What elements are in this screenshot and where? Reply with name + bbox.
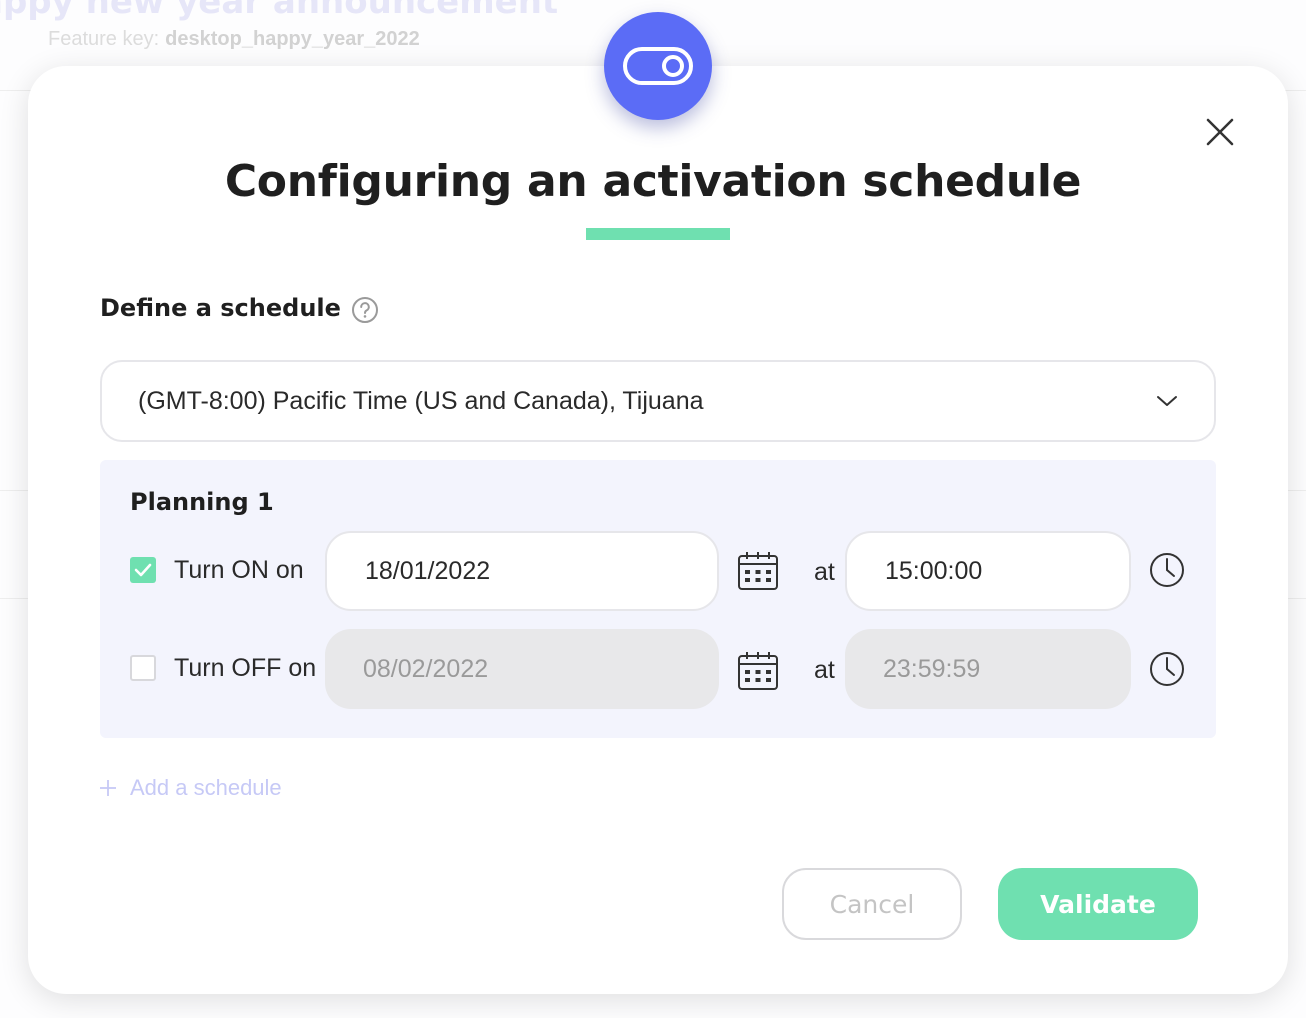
timezone-select[interactable]: (GMT-8:00) Pacific Time (US and Canada),… bbox=[100, 360, 1216, 442]
section-label: Define a schedule bbox=[100, 294, 341, 322]
close-button[interactable] bbox=[1200, 112, 1240, 152]
question-circle-icon[interactable] bbox=[351, 296, 379, 324]
add-schedule-link[interactable]: Add a schedule bbox=[98, 772, 282, 804]
turn-on-label: Turn ON on bbox=[174, 556, 304, 584]
clock-icon[interactable] bbox=[1148, 650, 1186, 688]
cancel-button[interactable]: Cancel bbox=[782, 868, 962, 940]
close-icon bbox=[1206, 118, 1234, 146]
turn-off-at-label: at bbox=[814, 656, 835, 684]
plus-icon bbox=[100, 780, 116, 796]
feature-key-label: Feature key: bbox=[48, 28, 160, 50]
validate-button[interactable]: Validate bbox=[998, 868, 1198, 940]
turn-on-date-input[interactable]: 18/01/2022 bbox=[325, 531, 719, 611]
feature-key-value: desktop_happy_year_2022 bbox=[165, 28, 420, 50]
chevron-down-icon bbox=[1157, 396, 1177, 406]
turn-off-date-input[interactable]: 08/02/2022 bbox=[325, 629, 719, 709]
planning-title: Planning 1 bbox=[130, 488, 274, 516]
check-icon bbox=[134, 563, 152, 577]
turn-off-checkbox[interactable] bbox=[130, 655, 156, 681]
turn-off-label: Turn OFF on bbox=[174, 654, 317, 682]
calendar-icon[interactable] bbox=[737, 550, 779, 592]
turn-off-time-input[interactable]: 23:59:59 bbox=[845, 629, 1131, 709]
title-underline bbox=[586, 228, 730, 240]
turn-on-time-input[interactable]: 15:00:00 bbox=[845, 531, 1131, 611]
background-feature-key: Feature key: desktop_happy_year_2022 bbox=[48, 28, 420, 51]
add-schedule-label: Add a schedule bbox=[130, 775, 282, 800]
toggle-badge bbox=[604, 12, 712, 120]
background-title: appy new year announcement bbox=[0, 0, 559, 22]
turn-on-at-label: at bbox=[814, 558, 835, 586]
turn-on-checkbox[interactable] bbox=[130, 557, 156, 583]
calendar-icon[interactable] bbox=[737, 650, 779, 692]
modal-title: Configuring an activation schedule bbox=[224, 156, 1082, 207]
toggle-icon bbox=[623, 47, 693, 85]
clock-icon[interactable] bbox=[1148, 551, 1186, 589]
timezone-value: (GMT-8:00) Pacific Time (US and Canada),… bbox=[138, 386, 704, 415]
